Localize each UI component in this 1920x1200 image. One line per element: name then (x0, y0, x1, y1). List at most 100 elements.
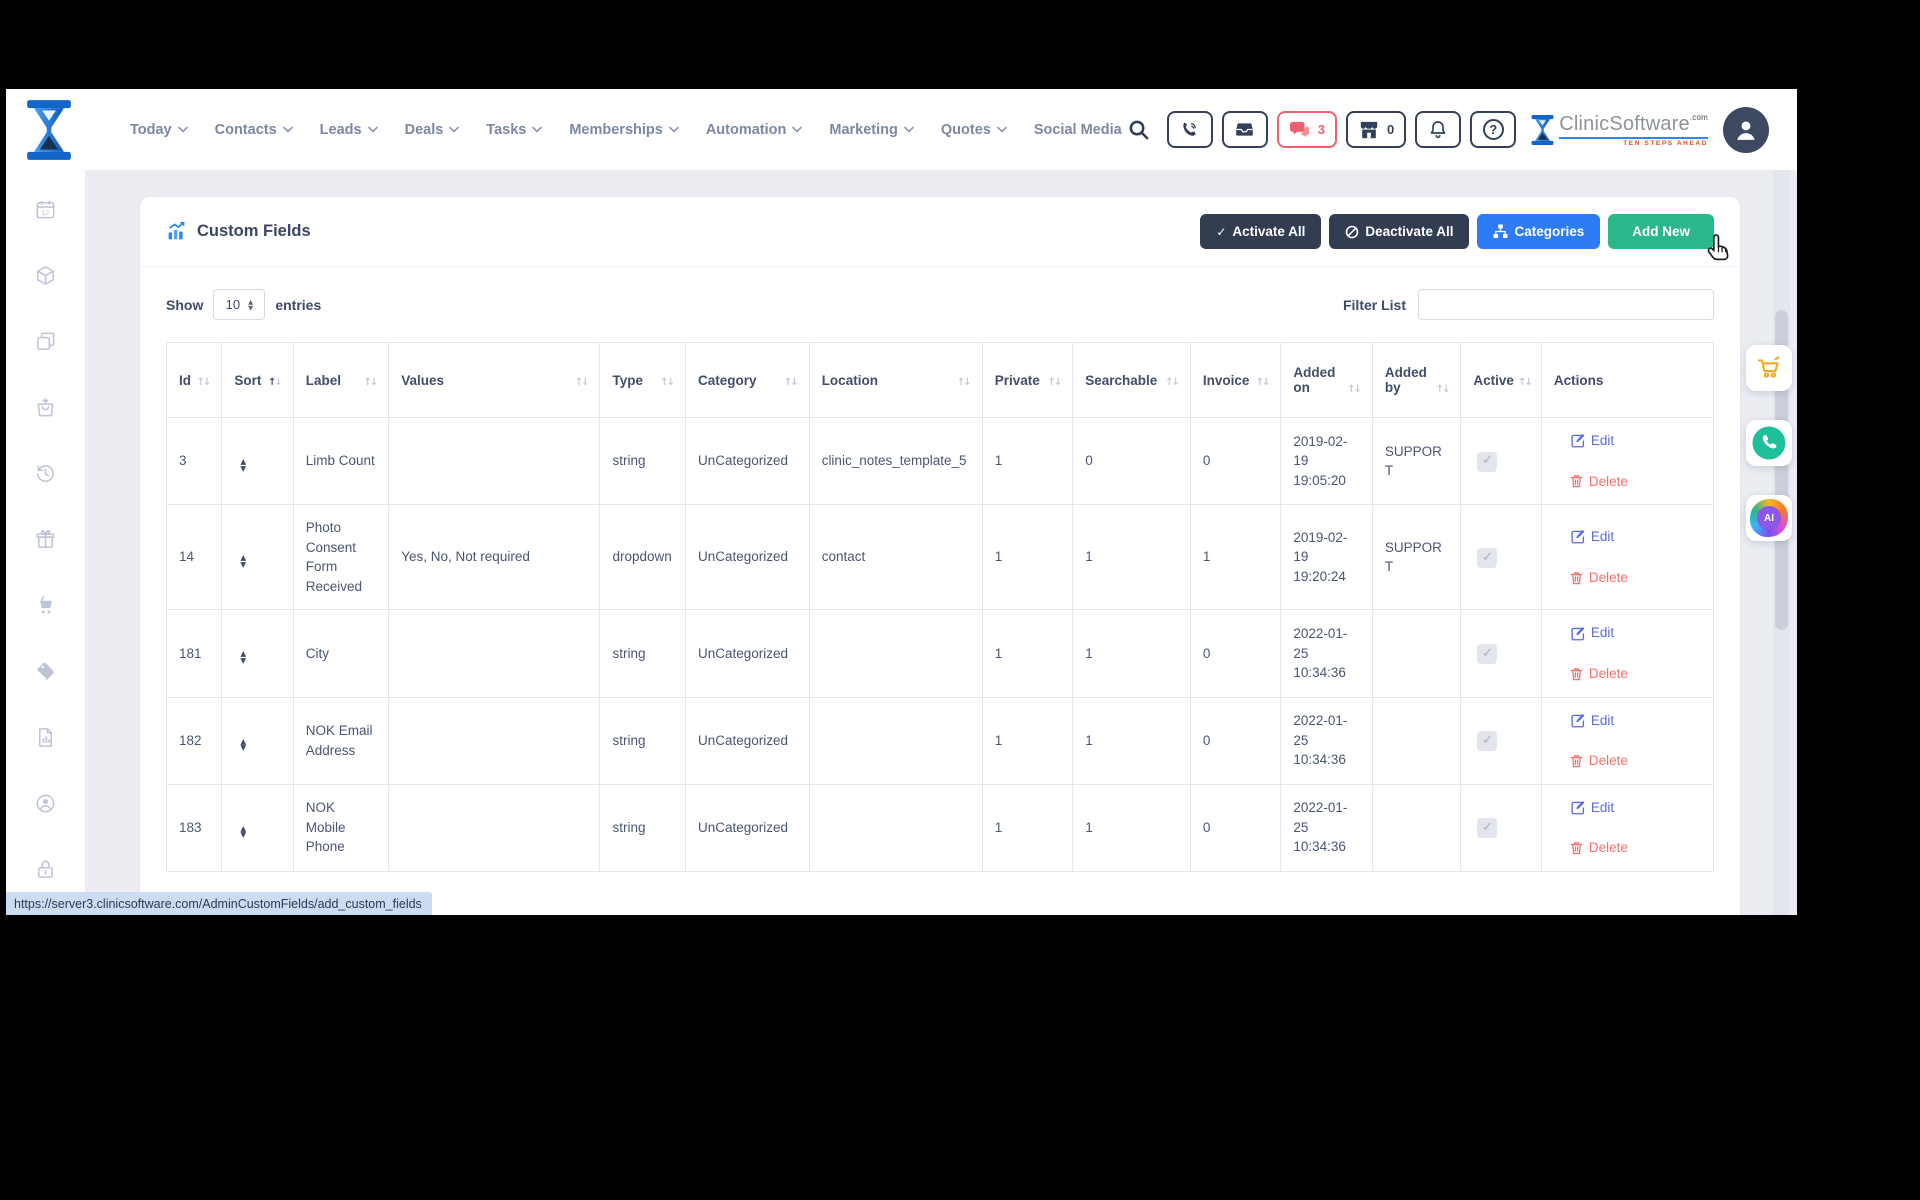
user-avatar[interactable] (1723, 106, 1769, 153)
column-header-label[interactable]: Label ↑ ↓ (292, 342, 390, 418)
sort-handle-icon[interactable]: ▲ ▼ (240, 554, 246, 568)
column-header-values[interactable]: Values ↑ ↓ (388, 342, 601, 418)
tags-icon[interactable] (34, 660, 57, 683)
nav-item-contacts[interactable]: Contacts (215, 122, 293, 138)
edit-link[interactable]: Edit (1570, 623, 1701, 643)
activate-all-button[interactable]: ✓ Activate All (1200, 214, 1322, 249)
sort-arrows-icon: ↑ ↓ (1347, 384, 1362, 395)
delete-link[interactable]: Delete (1570, 568, 1701, 588)
cell-actions: Edit Delete (1540, 696, 1715, 785)
nav-item-deals[interactable]: Deals (405, 122, 460, 138)
column-header-sort[interactable]: Sort ↑ ↓ (221, 342, 294, 418)
notifications-button[interactable] (1415, 111, 1462, 148)
column-header-private[interactable]: Private ↑ ↓ (981, 342, 1074, 418)
clinicsoftware-logo-icon[interactable] (26, 99, 72, 160)
page-scrollbar[interactable] (1773, 170, 1790, 915)
active-checkbox[interactable]: ✓ (1477, 451, 1498, 472)
cell-private: 1 (981, 696, 1074, 785)
delete-link[interactable]: Delete (1570, 838, 1701, 858)
categories-button[interactable]: Categories (1477, 214, 1601, 249)
add-new-button[interactable]: Add New (1608, 214, 1714, 249)
cell-category: UnCategorized (684, 504, 810, 611)
delete-link[interactable]: Delete (1570, 664, 1701, 684)
cell-added-by: SUPPORT (1371, 504, 1462, 611)
orders-box-icon[interactable] (34, 396, 57, 419)
edit-link[interactable]: Edit (1570, 798, 1701, 818)
cell-searchable: 1 (1072, 609, 1191, 698)
select-arrows-icon: ▲ ▼ (248, 297, 254, 312)
column-header-invoice[interactable]: Invoice ↑ ↓ (1189, 342, 1282, 418)
column-header-active[interactable]: Active ↑ ↓ (1460, 342, 1542, 418)
active-checkbox[interactable]: ✓ (1477, 818, 1498, 839)
phone-button[interactable] (1166, 111, 1213, 148)
deactivate-all-button[interactable]: Deactivate All (1329, 214, 1470, 249)
history-icon[interactable] (34, 462, 57, 485)
cell-category: UnCategorized (684, 696, 810, 785)
calendar-icon[interactable]: 12 (34, 198, 57, 221)
account-icon[interactable] (34, 792, 57, 815)
sort-handle-icon[interactable]: ▲ ▼ (240, 650, 246, 664)
delete-link[interactable]: Delete (1570, 472, 1701, 492)
help-button[interactable]: ? (1470, 111, 1517, 148)
floating-ai-button[interactable]: AI (1746, 495, 1792, 541)
nav-item-marketing[interactable]: Marketing (829, 122, 914, 138)
copy-icon[interactable] (34, 330, 57, 353)
page-size-select[interactable]: 10 ▲ ▼ (213, 289, 266, 320)
cell-location (808, 609, 983, 698)
cell-values (388, 416, 601, 506)
inbox-button[interactable] (1221, 111, 1268, 148)
security-lock-icon[interactable] (34, 858, 57, 881)
clinicsoftware-brand[interactable]: ClinicSoftware.com TEN STEPS AHEAD (1531, 113, 1708, 147)
column-header-added_by[interactable]: Added by ↑ ↓ (1371, 342, 1462, 418)
cell-label: City (292, 609, 390, 698)
cart-icon[interactable] (34, 594, 57, 617)
nav-item-leads[interactable]: Leads (320, 122, 378, 138)
cell-location: contact (808, 504, 983, 611)
edit-icon (1571, 434, 1585, 448)
cell-private: 1 (981, 783, 1074, 872)
column-header-type[interactable]: Type ↑ ↓ (599, 342, 686, 418)
active-checkbox[interactable]: ✓ (1477, 731, 1498, 752)
nav-item-memberships[interactable]: Memberships (569, 122, 679, 138)
table-body: 3 ▲ ▼ Limb Count string UnCategorized cli… (165, 416, 1715, 872)
sort-handle-icon[interactable]: ▲ ▼ (240, 738, 246, 752)
active-checkbox[interactable]: ✓ (1477, 547, 1498, 568)
column-header-location[interactable]: Location ↑ ↓ (808, 342, 983, 418)
floating-whatsapp-button[interactable] (1746, 420, 1792, 466)
sort-arrows-icon: ↑ ↓ (363, 376, 378, 388)
nav-item-social-media[interactable]: Social Media (1034, 122, 1122, 138)
edit-link[interactable]: Edit (1570, 431, 1701, 451)
column-header-added_on[interactable]: Added on ↑ ↓ (1280, 342, 1373, 418)
table-row: 3 ▲ ▼ Limb Count string UnCategorized cli… (165, 416, 1715, 506)
floating-cart-button[interactable] (1746, 345, 1792, 391)
slash-circle-icon (1346, 225, 1359, 238)
sort-arrows-icon: ↑ ↓ (574, 376, 590, 388)
nav-item-today[interactable]: Today (130, 122, 188, 138)
sort-arrows-icon: ↑ ↓ (1255, 376, 1271, 388)
store-button[interactable]: 0 (1345, 111, 1407, 148)
entries-label: entries (275, 296, 322, 313)
nav-item-quotes[interactable]: Quotes (941, 122, 1007, 138)
nav-item-automation[interactable]: Automation (706, 122, 803, 138)
active-checkbox[interactable]: ✓ (1477, 644, 1498, 665)
column-header-category[interactable]: Category ↑ ↓ (684, 342, 810, 418)
edit-link[interactable]: Edit (1570, 711, 1701, 731)
delete-link[interactable]: Delete (1570, 751, 1701, 771)
column-header-id[interactable]: Id ↑ ↓ (165, 342, 223, 418)
package-icon[interactable] (34, 264, 57, 287)
edit-link[interactable]: Edit (1570, 527, 1701, 547)
column-header-searchable[interactable]: Searchable ↑ ↓ (1072, 342, 1191, 418)
chat-button[interactable]: 3 (1276, 111, 1337, 148)
gift-icon[interactable] (34, 528, 57, 551)
sort-handle-icon[interactable]: ▲ ▼ (240, 825, 246, 839)
cell-added-on: 2022-01-25 10:34:36 (1280, 609, 1373, 698)
search-icon[interactable] (1127, 118, 1150, 141)
card-header: Custom Fields ✓ Activate All Deactivate A… (140, 197, 1740, 267)
filter-input[interactable] (1418, 289, 1714, 320)
cell-added-by (1371, 783, 1462, 872)
nav-item-tasks[interactable]: Tasks (486, 122, 543, 138)
check-icon: ✓ (1481, 549, 1493, 565)
column-header-actions: Actions (1540, 342, 1715, 418)
sort-handle-icon[interactable]: ▲ ▼ (240, 458, 246, 472)
reports-icon[interactable] (34, 726, 57, 749)
